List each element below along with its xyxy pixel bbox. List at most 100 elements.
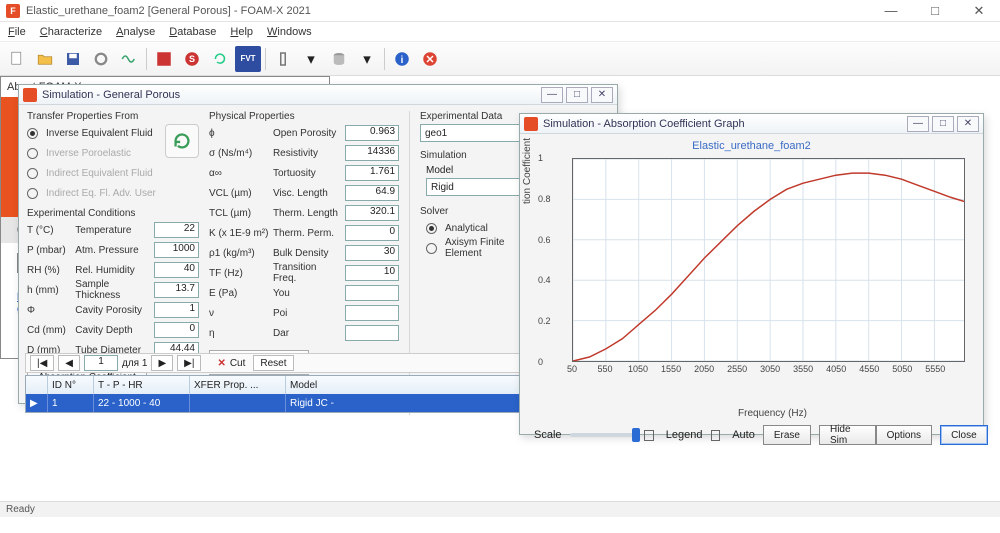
options-button[interactable]: Options [876, 425, 932, 445]
tb-refresh-icon[interactable] [207, 46, 233, 72]
phys-name: Therm. Length [273, 208, 341, 219]
tb-new-icon[interactable] [4, 46, 30, 72]
radio-analytical[interactable] [426, 223, 437, 234]
phys-name: Tortuosity [273, 168, 341, 179]
cond-value-3[interactable]: 13.7 [154, 282, 199, 298]
main-close-button[interactable]: ✕ [964, 3, 994, 19]
graph-min-button[interactable]: — [907, 116, 929, 132]
tb-db-icon[interactable] [326, 46, 352, 72]
cond-value-5[interactable]: 0 [154, 322, 199, 338]
tb-fvt-icon[interactable]: FVT [235, 46, 261, 72]
grid-header-xfer[interactable]: XFER Prop. ... [190, 376, 286, 394]
simgp-max-button[interactable]: □ [566, 87, 588, 103]
simgp-title: Simulation - General Porous [42, 89, 180, 101]
chart-xlabel: Frequency (Hz) [530, 408, 973, 419]
cond-name: Sample Thickness [75, 279, 150, 301]
graph-close-button[interactable]: ✕ [957, 116, 979, 132]
tb-open-icon[interactable] [32, 46, 58, 72]
phys-value-8[interactable] [345, 285, 399, 301]
menu-file[interactable]: File [8, 26, 26, 38]
phys-name: Bulk Density [273, 248, 341, 259]
menu-help[interactable]: Help [230, 26, 253, 38]
phys-value-0[interactable]: 0.963 [345, 125, 399, 141]
xtick: 1550 [661, 364, 681, 374]
phys-value-10[interactable] [345, 325, 399, 341]
cond-value-0[interactable]: 22 [154, 222, 199, 238]
nav-first-button[interactable]: |◀ [30, 355, 54, 371]
tb-dropdown1-icon[interactable]: ▾ [298, 46, 324, 72]
cond-sym: h (mm) [27, 285, 71, 296]
close-button[interactable]: Close [940, 425, 988, 445]
menu-characterize[interactable]: Characterize [40, 26, 102, 38]
xtick: 5050 [892, 364, 912, 374]
phys-title: Physical Properties [209, 111, 399, 122]
simgp-close-button[interactable]: ✕ [591, 87, 613, 103]
tb-gear-icon[interactable] [88, 46, 114, 72]
menu-analyse[interactable]: Analyse [116, 26, 155, 38]
simgp-min-button[interactable]: — [541, 87, 563, 103]
cond-sym: RH (%) [27, 265, 71, 276]
cond-value-1[interactable]: 1000 [154, 242, 199, 258]
grid-header-id[interactable]: ID N° [48, 376, 94, 394]
phys-value-2[interactable]: 1.761 [345, 165, 399, 181]
auto-checkbox[interactable] [711, 430, 721, 441]
tb-dropdown2-icon[interactable]: ▾ [354, 46, 380, 72]
nav-cut-button[interactable]: Cut [230, 358, 246, 369]
menu-database[interactable]: Database [169, 26, 216, 38]
nav-reset-button[interactable]: Reset [253, 355, 293, 371]
graph-max-button[interactable]: □ [932, 116, 954, 132]
phys-value-9[interactable] [345, 305, 399, 321]
xtick: 2050 [694, 364, 714, 374]
refresh-button[interactable] [165, 124, 199, 158]
phys-value-5[interactable]: 0 [345, 225, 399, 241]
tb-cancel-icon[interactable] [417, 46, 443, 72]
nav-prev-button[interactable]: ◀ [58, 355, 80, 371]
transfer-title: Transfer Properties From [27, 111, 199, 122]
phys-value-4[interactable]: 320.1 [345, 205, 399, 221]
cond-sym: Cd (mm) [27, 325, 71, 336]
nav-last-button[interactable]: ▶| [177, 355, 201, 371]
cond-value-4[interactable]: 1 [154, 302, 199, 318]
phys-name: Transition Freq. [273, 262, 341, 284]
radio-axisym[interactable] [426, 243, 437, 254]
cut-icon: ✕ [217, 358, 225, 369]
ytick: 0.4 [538, 275, 551, 285]
tb-wave-icon[interactable] [116, 46, 142, 72]
tb-device-icon[interactable] [270, 46, 296, 72]
grid-header-tphr[interactable]: T - P - HR [94, 376, 190, 394]
xtick: 1050 [628, 364, 648, 374]
phys-value-3[interactable]: 64.9 [345, 185, 399, 201]
radio-inverse-eq-fluid[interactable] [27, 128, 38, 139]
menu-windows[interactable]: Windows [267, 26, 312, 38]
radio-inverse-poroelastic[interactable] [27, 148, 38, 159]
hide-sim-button[interactable]: Hide Sim [819, 425, 876, 445]
tb-red1-icon[interactable] [151, 46, 177, 72]
scale-slider[interactable] [570, 433, 637, 437]
cond-sym: Φ [27, 305, 71, 316]
nav-next-button[interactable]: ▶ [151, 355, 173, 371]
legend-checkbox[interactable] [644, 430, 654, 441]
phys-sym: η [209, 328, 269, 339]
tb-stop-icon[interactable]: S [179, 46, 205, 72]
cond-title: Experimental Conditions [27, 208, 199, 219]
tb-info-icon[interactable]: i [389, 46, 415, 72]
ytick: 0.2 [538, 316, 551, 326]
phys-sym: ρ1 (kg/m³) [209, 248, 269, 259]
main-minimize-button[interactable]: — [876, 3, 906, 19]
tb-save-icon[interactable] [60, 46, 86, 72]
phys-sym: TCL (µm) [209, 208, 269, 219]
radio-indirect-adv[interactable] [27, 188, 38, 199]
phys-value-6[interactable]: 30 [345, 245, 399, 261]
phys-sym: ν [209, 308, 269, 319]
phys-name: You [273, 288, 341, 299]
phys-value-1[interactable]: 14336 [345, 145, 399, 161]
radio-indirect-eq-fluid[interactable] [27, 168, 38, 179]
phys-value-7[interactable]: 10 [345, 265, 399, 281]
phys-name: Therm. Perm. [273, 228, 341, 239]
ytick: 0.6 [538, 235, 551, 245]
nav-position[interactable]: 1 [84, 355, 118, 371]
erase-button[interactable]: Erase [763, 425, 811, 445]
cond-sym: T (°C) [27, 225, 71, 236]
cond-value-2[interactable]: 40 [154, 262, 199, 278]
main-maximize-button[interactable]: □ [920, 3, 950, 19]
